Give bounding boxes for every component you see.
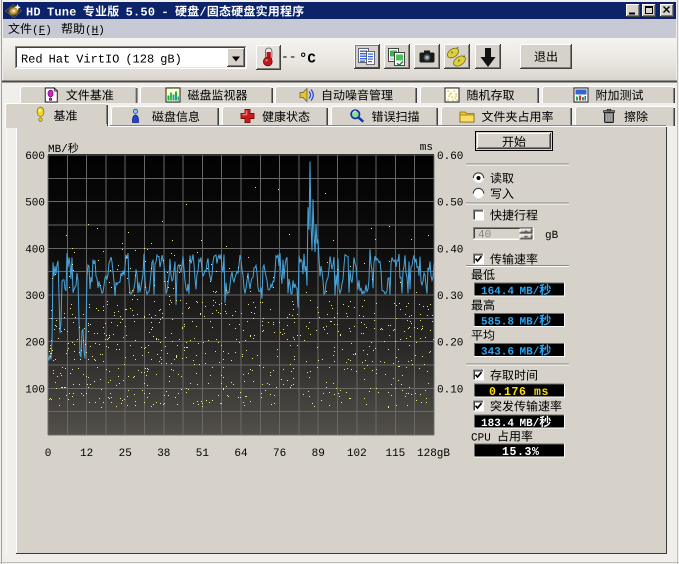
- svg-text:ms: ms: [420, 142, 433, 154]
- svg-text:300: 300: [25, 291, 45, 303]
- svg-text:400: 400: [25, 244, 45, 256]
- svg-text:°C: °C: [299, 52, 316, 68]
- svg-text:38: 38: [157, 448, 170, 460]
- svg-text:0.60: 0.60: [437, 151, 463, 163]
- svg-text:0.20: 0.20: [437, 338, 463, 350]
- svg-text:51: 51: [196, 448, 210, 460]
- svg-text:102: 102: [347, 448, 367, 460]
- svg-text:64: 64: [234, 448, 248, 460]
- svg-text:25: 25: [119, 448, 132, 460]
- svg-text:115: 115: [385, 448, 405, 460]
- svg-text:128gB: 128gB: [417, 448, 450, 460]
- svg-text:89: 89: [312, 448, 325, 460]
- svg-text:0.40: 0.40: [437, 244, 463, 256]
- svg-text:40: 40: [478, 230, 491, 242]
- svg-text:600: 600: [25, 151, 45, 163]
- svg-text:--: --: [281, 50, 297, 65]
- svg-text:0: 0: [45, 448, 52, 460]
- svg-text:0.10: 0.10: [437, 384, 463, 396]
- svg-text:200: 200: [25, 338, 45, 350]
- svg-text:0.176 ms: 0.176 ms: [489, 386, 549, 399]
- svg-text:500: 500: [25, 198, 45, 210]
- svg-text:15.3%: 15.3%: [502, 446, 540, 459]
- svg-text:0.30: 0.30: [437, 291, 463, 303]
- svg-text:100: 100: [25, 384, 45, 396]
- svg-text:76: 76: [273, 448, 286, 460]
- svg-text:12: 12: [80, 448, 93, 460]
- svg-text:0.50: 0.50: [437, 198, 463, 210]
